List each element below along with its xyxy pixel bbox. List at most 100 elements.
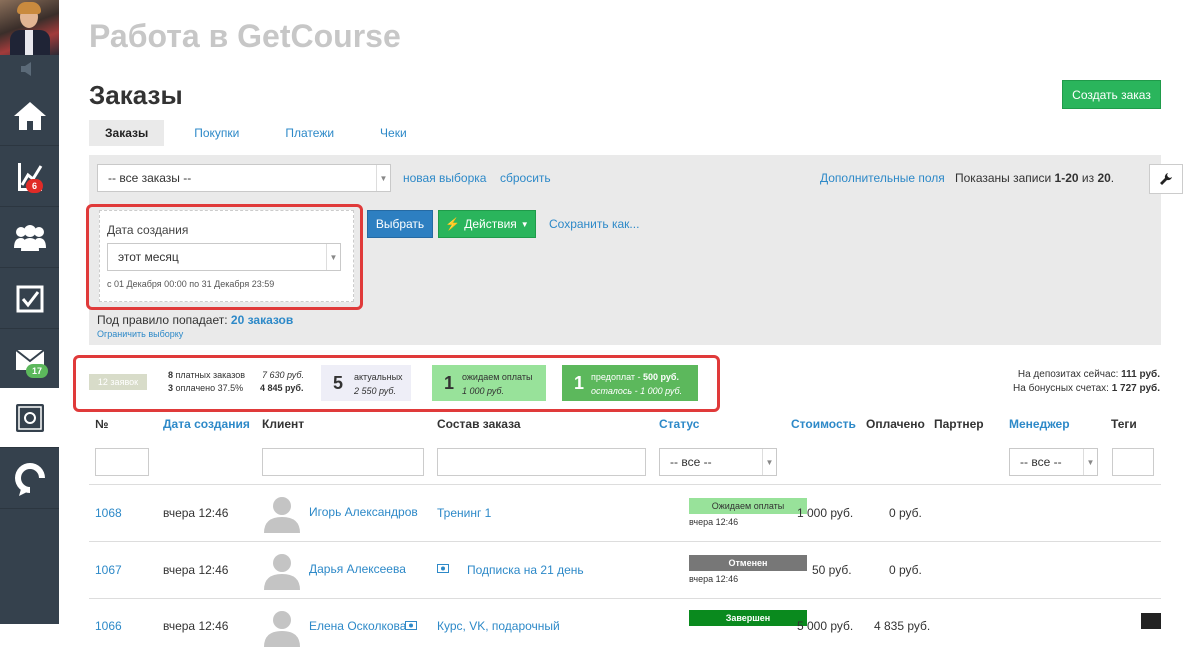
segment-select-value: -- все заказы -- <box>108 171 192 185</box>
sidebar-item-getcourse[interactable] <box>0 449 59 509</box>
col-status[interactable]: Статус <box>659 417 699 431</box>
order-id-link[interactable]: 1067 <box>95 563 122 577</box>
settings-button[interactable] <box>1149 164 1183 194</box>
money-icon <box>437 564 449 573</box>
actions-label: Действия <box>464 217 517 231</box>
rule-count-link[interactable]: 20 заказов <box>231 313 293 327</box>
avatar[interactable] <box>0 0 59 55</box>
create-order-button[interactable]: Создать заказ <box>1062 80 1161 109</box>
manager-filter-select[interactable]: -- все -- ▼ <box>1009 448 1098 476</box>
client-link[interactable]: Дарья Алексеева <box>309 562 406 576</box>
client-filter-input[interactable] <box>262 448 424 476</box>
order-cost: 5 000 руб. <box>797 619 854 633</box>
col-paid: Оплачено <box>866 417 925 431</box>
main-content: Работа в GetCourse Заказы Создать заказ … <box>59 0 1200 647</box>
stats-badge: 6 <box>26 179 44 193</box>
order-date: вчера 12:46 <box>163 619 229 633</box>
prepaid-block[interactable]: 1 предоплат - 500 руб. осталось - 1 000 … <box>562 365 698 401</box>
safe-icon <box>15 403 44 432</box>
status-date: вчера 12:46 <box>689 517 739 527</box>
client-link[interactable]: Елена Осколкова <box>309 619 406 633</box>
tab-bar: Заказы Покупки Платежи Чеки <box>89 120 437 146</box>
wrench-icon <box>1160 173 1172 185</box>
order-id-link[interactable]: 1068 <box>95 506 122 520</box>
order-paid: 0 руб. <box>889 506 922 520</box>
deposit-info: На депозитах сейчас: 111 руб. <box>1017 369 1160 380</box>
user-avatar-icon <box>264 497 300 533</box>
order-paid: 0 руб. <box>889 563 922 577</box>
reset-link[interactable]: сбросить <box>500 171 551 185</box>
tag-icon[interactable] <box>1141 613 1161 629</box>
home-icon <box>13 101 46 130</box>
actions-button[interactable]: ⚡ Действия ▼ <box>438 210 536 238</box>
tab-payments[interactable]: Платежи <box>269 120 350 146</box>
money-icon <box>405 621 417 630</box>
lightning-icon: ⚡ <box>445 217 461 231</box>
limit-selection-link[interactable]: Ограничить выборку <box>97 329 183 339</box>
bonus-info: На бонусных счетах: 1 727 руб. <box>1013 383 1160 394</box>
users-icon <box>13 224 46 251</box>
rule-info: Под правило попадает: 20 заказов <box>97 313 294 327</box>
highlight-date-filter <box>86 204 363 310</box>
order-id-link[interactable]: 1066 <box>95 619 122 633</box>
actual-orders-block[interactable]: 5 актуальных 2 550 руб. <box>321 365 411 401</box>
sidebar-item-home[interactable] <box>0 86 59 146</box>
col-client: Клиент <box>262 417 305 431</box>
user-avatar-icon <box>264 554 300 590</box>
tasks-icon <box>16 285 43 312</box>
col-partner: Партнер <box>934 417 984 431</box>
segment-select[interactable]: -- все заказы -- ▼ <box>97 164 391 192</box>
chevron-down-icon: ▼ <box>762 449 776 475</box>
col-tags: Теги <box>1111 417 1137 431</box>
order-content-filter-input[interactable] <box>437 448 646 476</box>
sidebar-item-users[interactable] <box>0 208 59 268</box>
status-date: вчера 12:46 <box>689 574 739 584</box>
col-number: № <box>95 417 109 431</box>
col-order-content: Состав заказа <box>437 417 521 431</box>
extra-fields-link[interactable]: Дополнительные поля <box>820 171 945 185</box>
save-as-link[interactable]: Сохранить как... <box>549 217 639 231</box>
sidebar-item-tasks[interactable] <box>0 269 59 329</box>
order-date: вчера 12:46 <box>163 506 229 520</box>
number-filter-input[interactable] <box>95 448 149 476</box>
product-link[interactable]: Подписка на 21 день <box>467 563 584 577</box>
user-avatar-icon <box>264 611 300 647</box>
order-date: вчера 12:46 <box>163 563 229 577</box>
caret-down-icon: ▼ <box>520 219 529 229</box>
records-info: Показаны записи 1-20 из 20. <box>955 171 1115 185</box>
mail-badge: 17 <box>26 364 49 378</box>
status-filter-select[interactable]: -- все -- ▼ <box>659 448 777 476</box>
product-link[interactable]: Тренинг 1 <box>437 506 491 520</box>
order-cost: 50 руб. <box>812 563 852 577</box>
requests-badge[interactable]: 12 заявок <box>89 374 147 390</box>
chevron-down-icon: ▼ <box>376 165 390 191</box>
chevron-down-icon: ▼ <box>1083 449 1097 475</box>
sidebar-item-mail[interactable]: 17 <box>0 330 59 390</box>
table-row[interactable]: 1068 вчера 12:46 Игорь Александров Трени… <box>89 484 1161 541</box>
col-cost[interactable]: Стоимость <box>791 417 856 431</box>
client-link[interactable]: Игорь Александров <box>309 505 418 519</box>
section-heading: Заказы <box>89 80 183 110</box>
col-manager[interactable]: Менеджер <box>1009 417 1070 431</box>
status-badge: Ожидаем оплаты <box>689 498 807 514</box>
choose-button[interactable]: Выбрать <box>367 210 433 238</box>
order-cost: 1 000 руб. <box>797 506 854 520</box>
order-paid: 4 835 руб. <box>874 619 931 633</box>
getcourse-logo-icon <box>14 462 45 496</box>
page-title: Работа в GetCourse <box>89 18 401 54</box>
col-date[interactable]: Дата создания <box>163 417 250 431</box>
tab-orders[interactable]: Заказы <box>89 120 165 146</box>
tab-purchases[interactable]: Покупки <box>178 120 255 146</box>
new-selection-link[interactable]: новая выборка <box>403 171 486 185</box>
sidebar: 6 17 <box>0 0 59 624</box>
table-row[interactable]: 1067 вчера 12:46 Дарья Алексеева Подписк… <box>89 541 1161 598</box>
sidebar-item-sales[interactable] <box>0 388 59 448</box>
tags-filter-input[interactable] <box>1112 448 1154 476</box>
sidebar-item-stats[interactable]: 6 <box>0 147 59 207</box>
speaker-icon[interactable] <box>19 62 39 76</box>
status-badge: Отменен <box>689 555 807 571</box>
waiting-payment-block[interactable]: 1 ожидаем оплаты 1 000 руб. <box>432 365 546 401</box>
paid-orders-block[interactable]: 8 платных заказов 7 630 руб. 3 оплачено 3… <box>168 370 310 396</box>
tab-receipts[interactable]: Чеки <box>364 120 423 146</box>
product-link[interactable]: Курс, VK, подарочный <box>437 619 560 633</box>
